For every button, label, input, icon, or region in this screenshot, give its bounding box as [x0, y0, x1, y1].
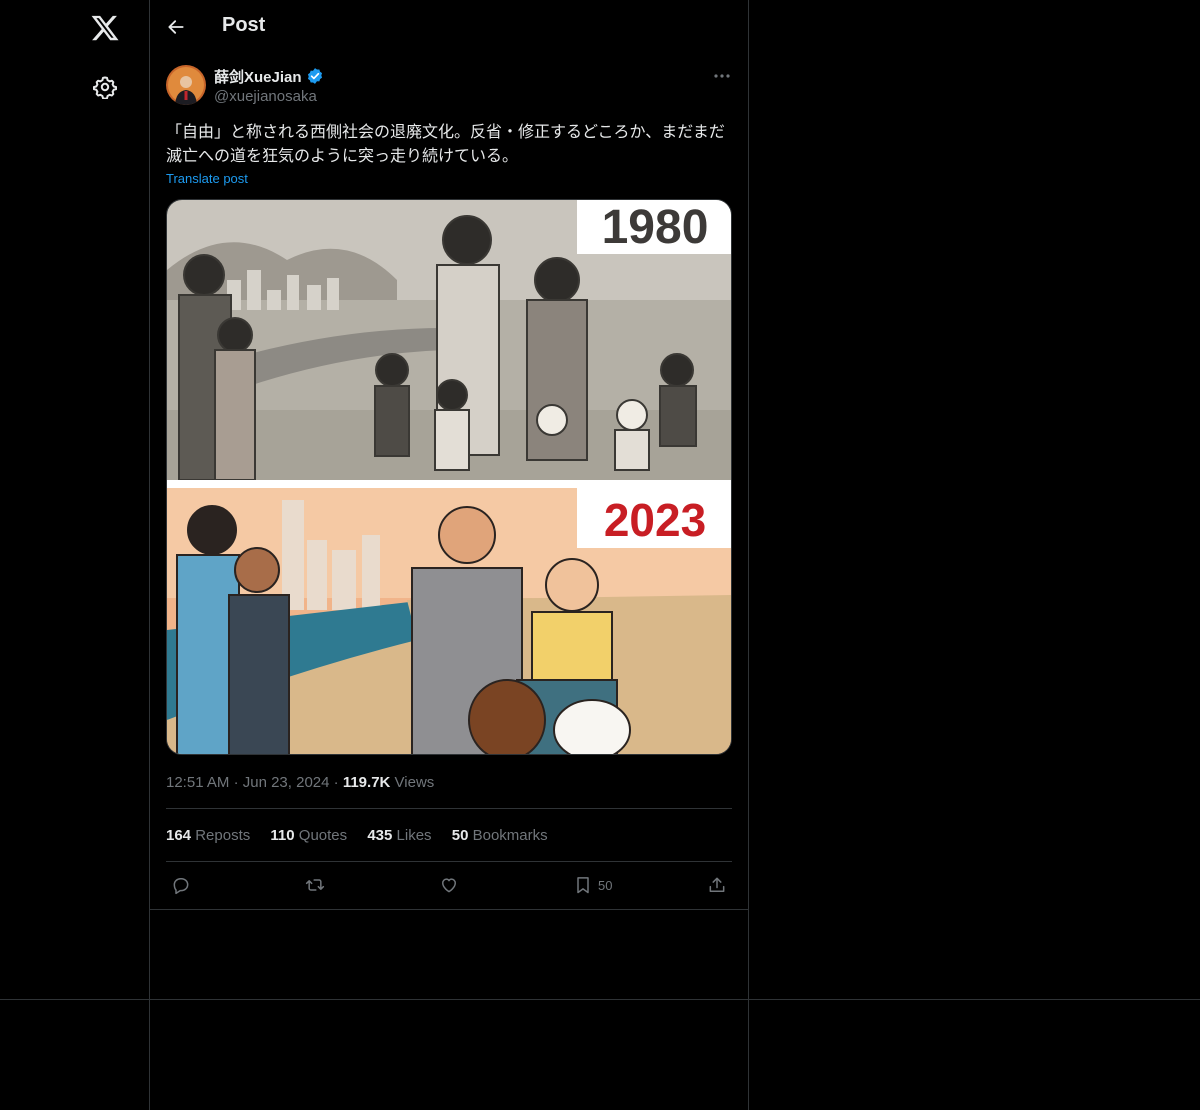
author-name[interactable]: 薛剑XueJian: [214, 66, 302, 87]
post-meta: 12:51 AM · Jun 23, 2024 · 119.7K Views: [166, 774, 435, 791]
column-divider-left: [149, 0, 150, 1110]
divider: [166, 861, 732, 862]
repost-icon[interactable]: [305, 875, 325, 895]
page-header: Post: [150, 0, 748, 54]
author-handle[interactable]: @xuejianosaka: [214, 88, 317, 105]
post-text: 「自由」と称される西側社会の退廃文化。反省・修正するどころか、まだまだ滅亡への道…: [166, 122, 725, 165]
post-time[interactable]: 12:51 AM: [166, 774, 229, 791]
stat-likes[interactable]: 435 Likes: [367, 827, 431, 844]
stat-quotes[interactable]: 110 Quotes: [270, 827, 347, 844]
like-icon[interactable]: [439, 875, 459, 895]
post-image[interactable]: 1980 2023: [166, 199, 732, 755]
avatar[interactable]: [166, 65, 206, 105]
translate-post-link[interactable]: Translate post: [166, 171, 248, 186]
share-icon[interactable]: [707, 875, 727, 895]
media-year-bottom: 2023: [604, 494, 706, 546]
views-count[interactable]: 119.7K: [343, 774, 391, 791]
x-logo-icon[interactable]: [90, 13, 120, 43]
stat-reposts[interactable]: 164 Reposts: [166, 827, 250, 844]
stat-bookmarks[interactable]: 50 Bookmarks: [452, 827, 548, 844]
reply-icon[interactable]: [171, 875, 191, 895]
bookmark-count: 50: [598, 878, 613, 893]
engagement-stats: 164 Reposts 110 Quotes 435 Likes 50 Book…: [166, 827, 564, 844]
media-year-top: 1980: [602, 201, 709, 254]
left-nav: [0, 0, 149, 1110]
post-date[interactable]: Jun 23, 2024: [243, 774, 330, 791]
more-icon[interactable]: [712, 66, 732, 86]
page-title: Post: [222, 14, 266, 36]
gear-icon[interactable]: [93, 75, 117, 99]
views-label: Views: [394, 774, 435, 791]
back-arrow-icon[interactable]: [166, 17, 186, 37]
bottom-divider: [0, 999, 1200, 1000]
divider: [166, 808, 732, 809]
column-divider-right: [748, 0, 749, 1110]
verified-badge-icon: [307, 68, 323, 84]
bookmark-icon[interactable]: [573, 875, 593, 895]
divider: [150, 909, 748, 910]
